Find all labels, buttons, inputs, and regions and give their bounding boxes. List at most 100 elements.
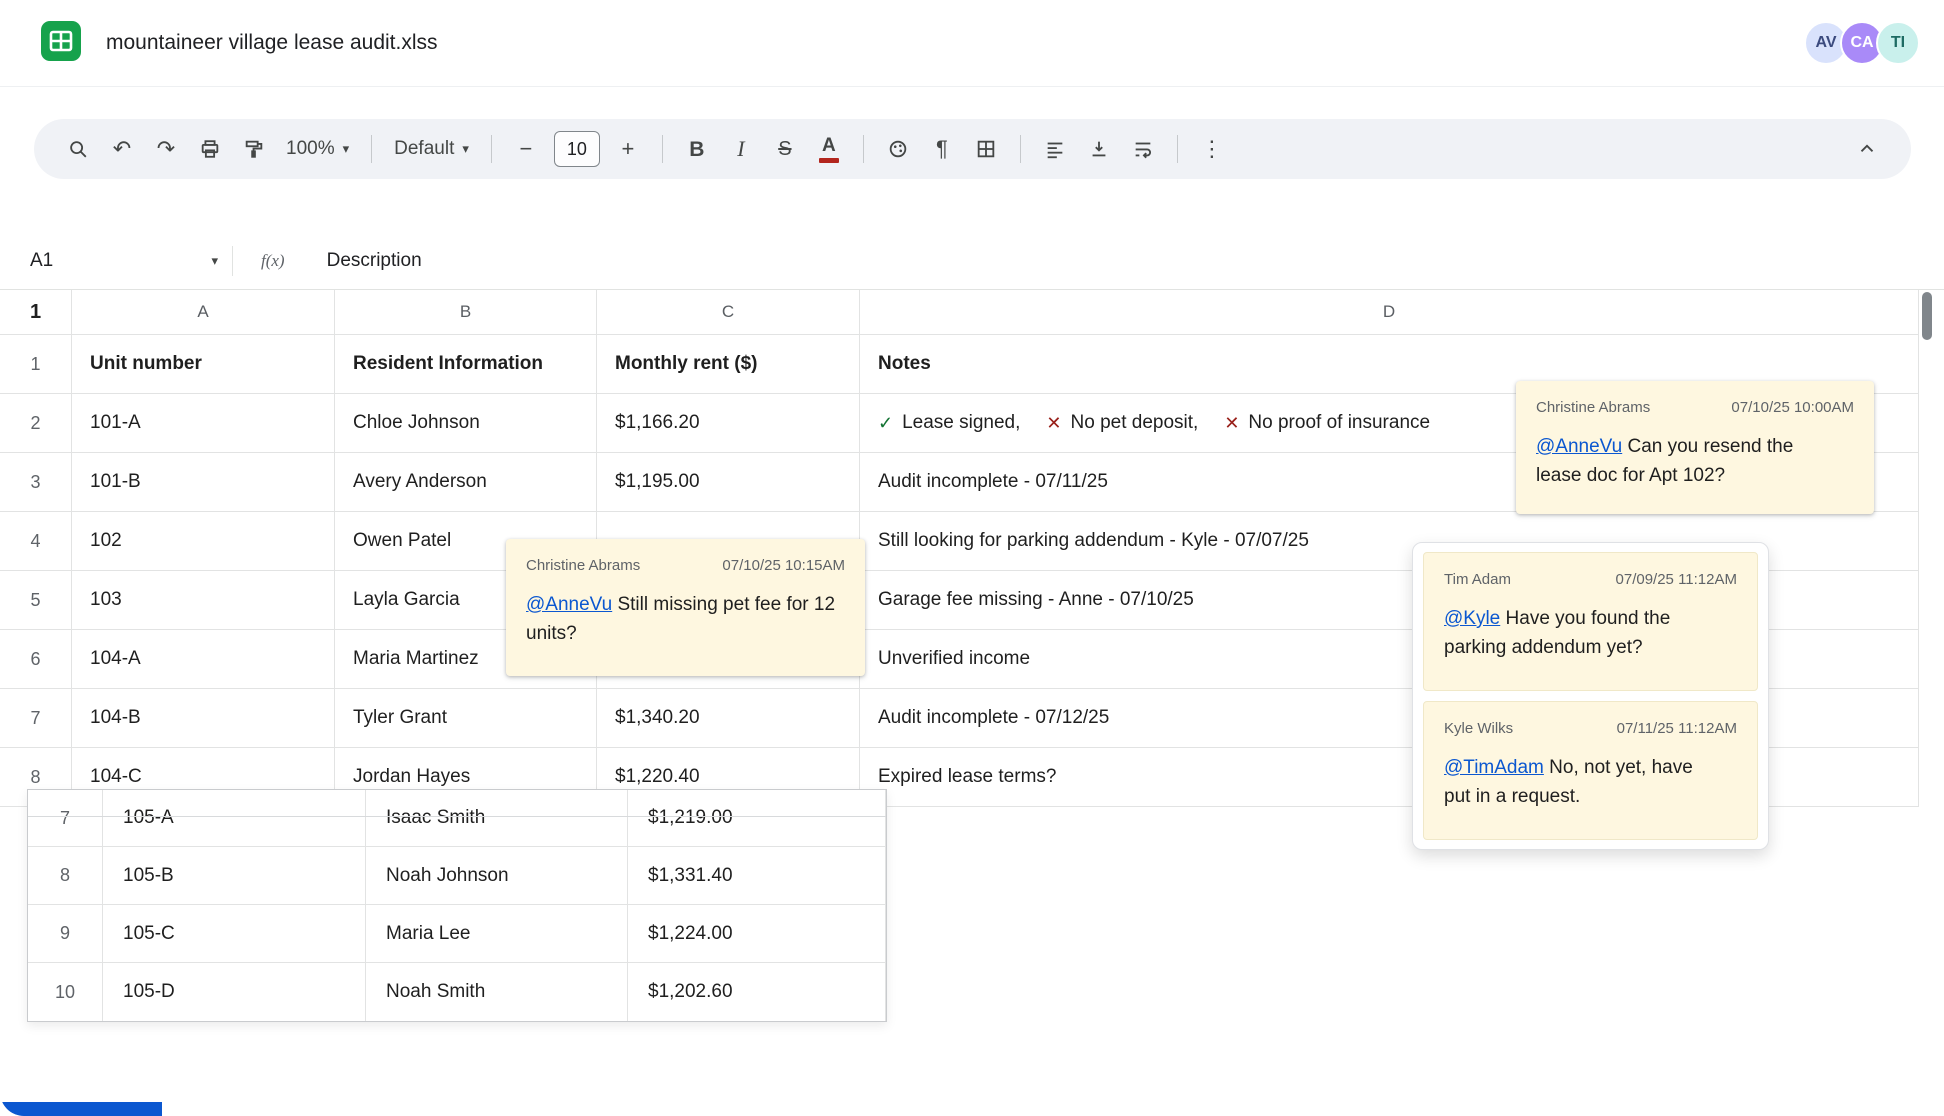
grid-cell[interactable]: Avery Anderson	[335, 453, 597, 512]
column-header-c[interactable]: C	[597, 290, 860, 335]
floating-table-fragment: 7 105-A Isaac Smith $1,219.00 8 105-B No…	[27, 789, 887, 1022]
grid-cell[interactable]: 104-B	[72, 689, 335, 748]
grid-cell[interactable]: $1,195.00	[597, 453, 860, 512]
zoom-select[interactable]: 100% ▾	[276, 127, 359, 171]
text-direction-icon[interactable]: ¶	[920, 127, 964, 171]
row-header[interactable]: 7	[28, 790, 103, 847]
search-icon[interactable]	[56, 127, 100, 171]
grid-cell[interactable]: $1,202.60	[628, 963, 886, 1021]
formula-bar-divider	[232, 246, 233, 276]
mention-link[interactable]: @Kyle	[1444, 608, 1500, 629]
text-wrap-icon[interactable]	[1121, 127, 1165, 171]
fill-color-icon[interactable]	[876, 127, 920, 171]
gridline-artifact	[28, 816, 886, 817]
row-header[interactable]: 2	[0, 394, 72, 453]
cell-name-box[interactable]: A1 ▾	[0, 250, 232, 272]
mention-link[interactable]: @AnneVu	[526, 594, 612, 615]
text-color-button[interactable]: A	[807, 127, 851, 171]
comment-text: @AnneVu Still missing pet fee for 12 uni…	[526, 590, 841, 648]
grid-cell[interactable]: 103	[72, 571, 335, 630]
grid-cell[interactable]: Maria Lee	[366, 905, 628, 963]
row-header[interactable]: 9	[28, 905, 103, 963]
comment-thread[interactable]: Tim Adam 07/09/25 11:12AM @Kyle Have you…	[1412, 542, 1769, 850]
grid-cell[interactable]: Unit number	[72, 335, 335, 394]
grid-cell[interactable]: 105-B	[103, 847, 366, 905]
table-row: 8 105-B Noah Johnson $1,331.40	[28, 847, 886, 905]
table-row: 9 105-C Maria Lee $1,224.00	[28, 905, 886, 963]
row-header[interactable]: 10	[28, 963, 103, 1021]
vertical-align-icon[interactable]	[1077, 127, 1121, 171]
redo-icon[interactable]: ↷	[144, 127, 188, 171]
grid-cell[interactable]: 102	[72, 512, 335, 571]
comment-author: Tim Adam	[1444, 571, 1511, 588]
grid-cell[interactable]: 101-A	[72, 394, 335, 453]
borders-icon[interactable]	[964, 127, 1008, 171]
grid-cell[interactable]: Resident Information	[335, 335, 597, 394]
chevron-down-icon: ▾	[211, 253, 218, 269]
avatar[interactable]: TI	[1876, 21, 1920, 65]
print-icon[interactable]	[188, 127, 232, 171]
comment-card[interactable]: Christine Abrams 07/10/25 10:15AM @AnneV…	[506, 539, 865, 676]
row-header[interactable]: 4	[0, 512, 72, 571]
grid-cell[interactable]: $1,166.20	[597, 394, 860, 453]
undo-icon[interactable]: ↶	[100, 127, 144, 171]
grid-cell[interactable]: Isaac Smith	[366, 790, 628, 847]
strikethrough-button[interactable]: S	[763, 127, 807, 171]
check-icon: ✓	[878, 413, 893, 434]
document-title[interactable]: mountaineer village lease audit.xlss	[106, 31, 438, 55]
row-header[interactable]: 5	[0, 571, 72, 630]
grid-cell[interactable]: $1,340.20	[597, 689, 860, 748]
collapse-toolbar-icon[interactable]	[1845, 127, 1889, 171]
column-header-a[interactable]: A	[72, 290, 335, 335]
collaborator-avatars: AV CA TI	[1804, 21, 1920, 65]
comment-text: @Kyle Have you found the parking addendu…	[1444, 604, 1724, 662]
grid-cell[interactable]: Noah Johnson	[366, 847, 628, 905]
comment-card[interactable]: Kyle Wilks 07/11/25 11:12AM @TimAdam No,…	[1423, 701, 1758, 840]
mention-link[interactable]: @AnneVu	[1536, 436, 1622, 457]
grid-cell[interactable]: $1,219.00	[628, 790, 886, 847]
decrease-font-size-button[interactable]: −	[504, 127, 548, 171]
grid-cell[interactable]: 105-D	[103, 963, 366, 1021]
comment-author: Christine Abrams	[1536, 399, 1650, 416]
chevron-down-icon: ▾	[462, 141, 469, 157]
grid-cell[interactable]: Chloe Johnson	[335, 394, 597, 453]
grid-cell[interactable]: Noah Smith	[366, 963, 628, 1021]
grid-cell[interactable]: Monthly rent ($)	[597, 335, 860, 394]
row-header[interactable]: 7	[0, 689, 72, 748]
comment-card[interactable]: Christine Abrams 07/10/25 10:00AM @AnneV…	[1516, 381, 1874, 514]
row-header[interactable]: 1	[0, 335, 72, 394]
italic-button[interactable]: I	[719, 127, 763, 171]
row-header[interactable]: 8	[28, 847, 103, 905]
column-header-d[interactable]: D	[860, 290, 1919, 335]
row-header[interactable]: 6	[0, 630, 72, 689]
sheets-logo-icon[interactable]	[40, 20, 82, 67]
top-bar: mountaineer village lease audit.xlss AV …	[0, 0, 1944, 87]
grid-cell[interactable]: 101-B	[72, 453, 335, 512]
grid-cell[interactable]: 104-A	[72, 630, 335, 689]
vertical-scrollbar[interactable]	[1922, 292, 1932, 340]
more-options-icon[interactable]: ⋮	[1190, 127, 1234, 171]
comment-text: @TimAdam No, not yet, have put in a requ…	[1444, 753, 1724, 811]
toolbar-divider	[1177, 135, 1178, 163]
horizontal-align-icon[interactable]	[1033, 127, 1077, 171]
spreadsheet-app: mountaineer village lease audit.xlss AV …	[0, 0, 1944, 1116]
column-header-b[interactable]: B	[335, 290, 597, 335]
toolbar-divider	[491, 135, 492, 163]
grid-cell[interactable]: 105-C	[103, 905, 366, 963]
grid-cell[interactable]: 105-A	[103, 790, 366, 847]
style-select[interactable]: Default ▾	[384, 127, 479, 171]
bold-button[interactable]: B	[675, 127, 719, 171]
grid-cell[interactable]: $1,224.00	[628, 905, 886, 963]
font-size-input[interactable]: 10	[554, 131, 600, 167]
row-header[interactable]: 3	[0, 453, 72, 512]
formula-input[interactable]: Description	[327, 250, 422, 272]
grid-corner[interactable]: 1	[0, 290, 72, 335]
toolbar-divider	[662, 135, 663, 163]
grid-cell[interactable]: Tyler Grant	[335, 689, 597, 748]
comment-timestamp: 07/10/25 10:15AM	[722, 557, 845, 574]
grid-cell[interactable]: $1,331.40	[628, 847, 886, 905]
paint-format-icon[interactable]	[232, 127, 276, 171]
increase-font-size-button[interactable]: +	[606, 127, 650, 171]
mention-link[interactable]: @TimAdam	[1444, 757, 1544, 778]
comment-card[interactable]: Tim Adam 07/09/25 11:12AM @Kyle Have you…	[1423, 552, 1758, 691]
